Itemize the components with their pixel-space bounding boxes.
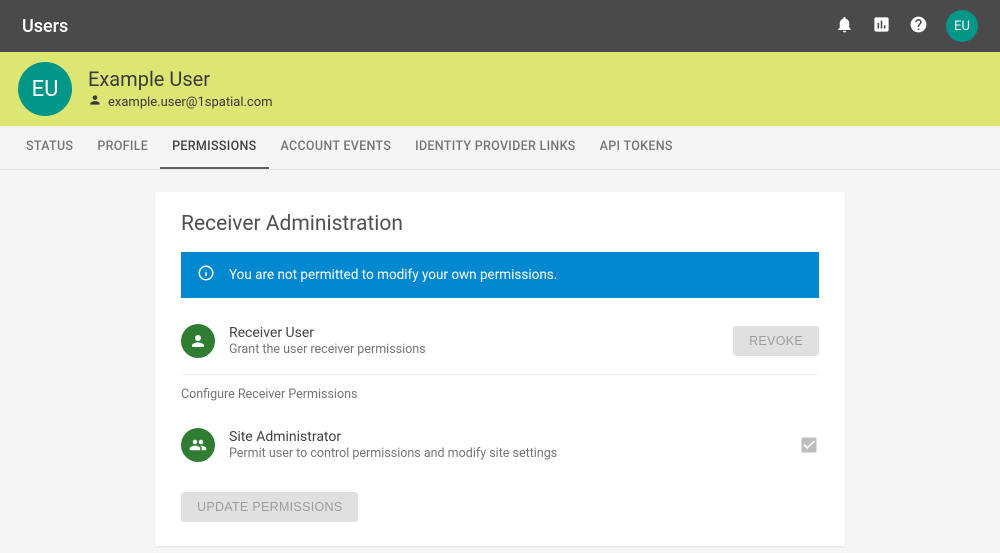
- sub-permission-name: Site Administrator: [229, 429, 799, 445]
- update-permissions-button[interactable]: UPDATE PERMISSIONS: [181, 492, 358, 522]
- sub-permission-text: Site Administrator Permit user to contro…: [229, 429, 799, 461]
- info-icon: [197, 264, 215, 286]
- tab-status[interactable]: STATUS: [14, 126, 85, 169]
- alert-text: You are not permitted to modify your own…: [229, 267, 557, 283]
- site-admin-checkbox[interactable]: [799, 435, 819, 455]
- group-circle-icon: [181, 428, 215, 462]
- reports-icon[interactable]: [872, 15, 891, 38]
- configure-heading: Configure Receiver Permissions: [181, 387, 819, 402]
- card-title: Receiver Administration: [181, 212, 819, 236]
- user-name: Example User: [88, 67, 273, 91]
- tab-api-tokens[interactable]: API TOKENS: [588, 126, 685, 169]
- tab-identity-provider-links[interactable]: IDENTITY PROVIDER LINKS: [403, 126, 588, 169]
- user-email: example.user@1spatial.com: [108, 95, 273, 110]
- permission-name: Receiver User: [229, 325, 733, 341]
- user-avatar-chip[interactable]: EU: [946, 10, 978, 42]
- divider: [181, 374, 819, 375]
- user-email-row: example.user@1spatial.com: [88, 93, 273, 111]
- tab-permissions[interactable]: PERMISSIONS: [160, 126, 268, 169]
- revoke-button[interactable]: REVOKE: [733, 326, 819, 356]
- user-meta: Example User example.user@1spatial.com: [88, 67, 273, 111]
- content-area: Receiver Administration You are not perm…: [0, 170, 1000, 546]
- user-avatar-large: EU: [18, 62, 72, 116]
- notifications-icon[interactable]: [835, 15, 854, 38]
- person-icon: [88, 93, 102, 111]
- tabs: STATUS PROFILE PERMISSIONS ACCOUNT EVENT…: [0, 126, 1000, 170]
- person-circle-icon: [181, 324, 215, 358]
- tab-profile[interactable]: PROFILE: [85, 126, 160, 169]
- user-header: EU Example User example.user@1spatial.co…: [0, 52, 1000, 126]
- avatar-initials: EU: [954, 19, 970, 34]
- permissions-card: Receiver Administration You are not perm…: [155, 192, 845, 546]
- avatar-initials-large: EU: [32, 77, 59, 102]
- info-alert: You are not permitted to modify your own…: [181, 252, 819, 298]
- permission-row-site-admin: Site Administrator Permit user to contro…: [181, 420, 819, 478]
- update-row: UPDATE PERMISSIONS: [181, 492, 819, 522]
- help-icon[interactable]: [909, 15, 928, 38]
- permission-row-receiver-user: Receiver User Grant the user receiver pe…: [181, 316, 819, 374]
- permission-desc: Grant the user receiver permissions: [229, 342, 733, 357]
- sub-permission-desc: Permit user to control permissions and m…: [229, 446, 799, 461]
- topbar-actions: EU: [835, 10, 978, 42]
- topbar: Users EU: [0, 0, 1000, 52]
- page-title: Users: [22, 16, 68, 37]
- tab-account-events[interactable]: ACCOUNT EVENTS: [269, 126, 404, 169]
- permission-text: Receiver User Grant the user receiver pe…: [229, 325, 733, 357]
